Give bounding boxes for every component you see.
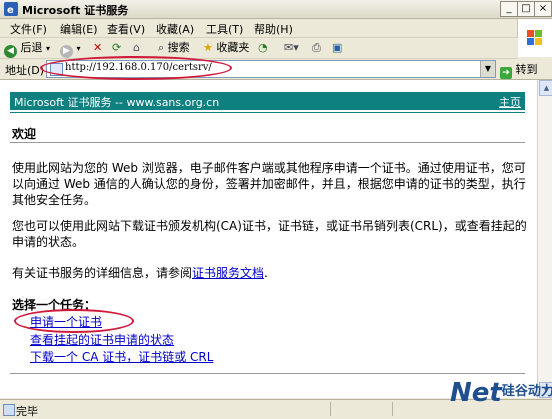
address-dropdown-icon[interactable]: ▼	[480, 61, 495, 77]
status-text: 完毕	[16, 405, 38, 418]
scroll-up-icon[interactable]: ▲	[539, 80, 552, 96]
stop-icon[interactable]: ✕	[93, 40, 102, 56]
address-annotation-ellipse	[40, 56, 232, 80]
back-button[interactable]: ◀ 后退 ▾	[4, 40, 50, 58]
address-label: 地址(D)	[5, 64, 45, 77]
forward-arrow-icon: ▶	[60, 45, 73, 58]
intro-paragraph: 使用此网站为您的 Web 浏览器，电子邮件客户端或其他程序申请一个证书。通过使用…	[12, 161, 526, 207]
menu-help[interactable]: 帮助(H)	[254, 21, 293, 37]
search-icon: ⌕	[158, 41, 165, 54]
windows-flag-icon	[527, 30, 542, 45]
watermark-logo: Net硅谷动力	[450, 378, 552, 408]
home-link[interactable]: 主页	[499, 94, 521, 110]
divider	[10, 373, 525, 374]
docs-suffix: .	[264, 266, 268, 280]
go-label: 转到	[515, 63, 538, 76]
status-page-icon	[3, 404, 15, 416]
watermark-sub: 硅谷动力	[501, 384, 552, 399]
ie-logo-icon: e	[4, 2, 18, 16]
docs-link[interactable]: 证书服务文档	[192, 266, 264, 280]
back-arrow-icon: ◀	[4, 45, 17, 58]
window-title: Microsoft 证书服务	[22, 4, 129, 17]
go-arrow-icon: ➔	[500, 67, 512, 79]
search-label: 搜索	[167, 41, 190, 54]
title-bar: e Microsoft 证书服务 _ □ ×	[0, 0, 552, 19]
windows-logo	[517, 19, 552, 57]
menu-edit[interactable]: 编辑(E)	[60, 21, 98, 37]
banner: Microsoft 证书服务 -- www.sans.org.cn 主页	[10, 92, 525, 110]
banner-title: Microsoft 证书服务 -- www.sans.org.cn	[14, 96, 220, 109]
vertical-scrollbar[interactable]: ▲ ▼	[537, 80, 552, 398]
print-icon[interactable]: ⎙	[312, 40, 321, 56]
status-panel	[330, 402, 391, 416]
svg-text:e: e	[7, 5, 14, 16]
mail-icon[interactable]: ✉▾	[284, 40, 299, 56]
favorites-label: 收藏夹	[216, 41, 250, 54]
history-icon[interactable]: ◔	[258, 40, 268, 56]
page-heading: 欢迎	[12, 127, 37, 141]
favorites-button[interactable]: ★ 收藏夹	[203, 40, 249, 56]
back-label: 后退	[20, 41, 43, 54]
page-content: Microsoft 证书服务 -- www.sans.org.cn 主页 欢迎 …	[0, 80, 537, 398]
pending-status-link[interactable]: 查看挂起的证书申请的状态	[30, 331, 174, 348]
divider	[10, 142, 525, 143]
minimize-button[interactable]: _	[500, 1, 518, 17]
menu-file[interactable]: 文件(F)	[10, 21, 47, 37]
divider	[10, 112, 525, 113]
watermark-main: Net	[450, 378, 502, 408]
download-paragraph: 您也可以使用此网站下载证书颁发机构(CA)证书，证书链，或证书吊销列表(CRL)…	[12, 219, 527, 249]
download-ca-link[interactable]: 下载一个 CA 证书，证书链或 CRL	[30, 348, 213, 365]
menu-tools[interactable]: 工具(T)	[206, 21, 243, 37]
task-annotation-ellipse	[14, 309, 134, 333]
docs-paragraph: 有关证书服务的详细信息，请参阅证书服务文档.	[12, 265, 527, 281]
go-button[interactable]: ➔ 转到	[500, 61, 538, 79]
close-button[interactable]: ×	[534, 1, 552, 17]
toolbar: ◀ 后退 ▾ ▶ ▾ ✕ ⟳ ⌂ ⌕ 搜索 ★ 收藏夹 ◔ ✉▾ ⎙ ▣	[0, 38, 518, 59]
status-panel	[392, 402, 453, 416]
menu-favorites[interactable]: 收藏(A)	[156, 21, 194, 37]
menu-view[interactable]: 查看(V)	[107, 21, 145, 37]
edit-icon[interactable]: ▣	[332, 40, 342, 56]
menu-bar: 文件(F) 编辑(E) 查看(V) 收藏(A) 工具(T) 帮助(H)	[0, 19, 552, 38]
maximize-button[interactable]: □	[517, 1, 535, 17]
search-button[interactable]: ⌕ 搜索	[158, 40, 190, 56]
home-icon[interactable]: ⌂	[133, 40, 140, 56]
forward-button[interactable]: ▶ ▾	[60, 40, 81, 58]
refresh-icon[interactable]: ⟳	[112, 40, 121, 56]
docs-text: 有关证书服务的详细信息，请参阅	[12, 266, 193, 280]
star-icon: ★	[203, 41, 213, 54]
